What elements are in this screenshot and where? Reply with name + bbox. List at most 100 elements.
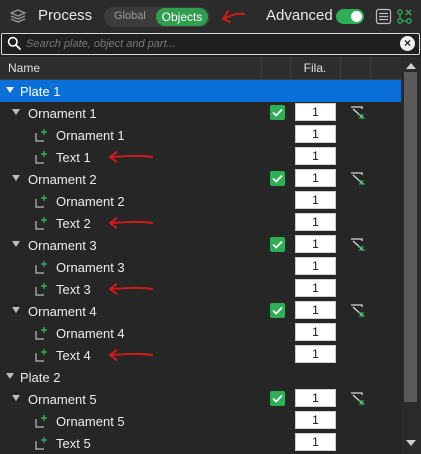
checkbox-checked-icon[interactable] bbox=[270, 237, 285, 252]
row-label: Ornament 1 bbox=[28, 106, 97, 121]
annotation-arrow-icon bbox=[108, 151, 154, 163]
part-icon bbox=[35, 437, 47, 450]
part-icon bbox=[35, 283, 47, 296]
part-row[interactable]: Text 4 1 bbox=[0, 344, 401, 366]
filament-select[interactable]: 1 bbox=[295, 147, 336, 165]
row-label: Text 1 bbox=[56, 150, 91, 165]
part-row[interactable]: Ornament 4 1 bbox=[0, 322, 401, 344]
filament-select[interactable]: 1 bbox=[295, 345, 336, 363]
object-list: Plate 1 Ornament 1 1 Ornament 1 1 Text 1 1 Orna… bbox=[0, 80, 401, 454]
advanced-label: Advanced bbox=[266, 7, 333, 24]
checkbox-checked-icon[interactable] bbox=[270, 105, 285, 120]
row-label: Ornament 5 bbox=[28, 392, 97, 407]
expand-caret-icon[interactable] bbox=[12, 175, 20, 181]
expand-caret-icon[interactable] bbox=[12, 241, 20, 247]
checkbox-checked-icon[interactable] bbox=[270, 391, 285, 406]
row-label: Ornament 3 bbox=[56, 260, 125, 275]
filament-select[interactable]: 1 bbox=[295, 301, 336, 319]
part-icon bbox=[35, 151, 47, 164]
plate-row[interactable]: Plate 2 bbox=[0, 366, 401, 388]
checkbox-checked-icon[interactable] bbox=[270, 303, 285, 318]
row-label: Text 4 bbox=[56, 348, 91, 363]
row-label: Ornament 1 bbox=[56, 128, 125, 143]
column-extra-2 bbox=[370, 57, 401, 79]
filament-select[interactable]: 1 bbox=[295, 169, 336, 187]
global-toggle-option[interactable]: Global bbox=[114, 10, 146, 22]
clear-search-icon[interactable]: × bbox=[400, 36, 415, 51]
part-row[interactable]: Text 5 1 bbox=[0, 432, 401, 454]
part-icon bbox=[35, 327, 47, 340]
object-row[interactable]: Ornament 5 1 bbox=[0, 388, 401, 410]
support-paint-icon[interactable] bbox=[350, 171, 366, 186]
filament-select[interactable]: 1 bbox=[295, 279, 336, 297]
part-icon bbox=[35, 349, 47, 362]
row-label: Plate 2 bbox=[20, 370, 61, 385]
vertical-scrollbar[interactable] bbox=[401, 57, 421, 454]
part-row[interactable]: Ornament 2 1 bbox=[0, 190, 401, 212]
part-row[interactable]: Text 3 1 bbox=[0, 278, 401, 300]
row-label: Ornament 2 bbox=[56, 194, 125, 209]
advanced-switch[interactable] bbox=[336, 9, 364, 24]
row-label: Ornament 3 bbox=[28, 238, 97, 253]
search-input[interactable] bbox=[26, 35, 386, 52]
support-paint-icon[interactable] bbox=[350, 303, 366, 318]
support-paint-icon[interactable] bbox=[350, 105, 366, 120]
search-bar: × bbox=[1, 33, 420, 55]
annotation-arrow-icon bbox=[108, 349, 154, 361]
filament-select[interactable]: 1 bbox=[295, 433, 336, 451]
expand-caret-icon[interactable] bbox=[6, 87, 14, 93]
part-icon bbox=[35, 195, 47, 208]
expand-caret-icon[interactable] bbox=[6, 373, 14, 379]
object-row[interactable]: Ornament 1 1 bbox=[0, 102, 401, 124]
list-view-icon[interactable] bbox=[375, 8, 392, 25]
filament-select[interactable]: 1 bbox=[295, 213, 336, 231]
scroll-down-icon[interactable] bbox=[406, 440, 416, 446]
column-checkbox bbox=[262, 57, 291, 79]
annotation-arrow-icon bbox=[108, 217, 154, 229]
column-filament[interactable]: Fila. bbox=[290, 57, 341, 79]
filament-select[interactable]: 1 bbox=[295, 323, 336, 341]
column-name[interactable]: Name bbox=[0, 57, 262, 79]
part-icon bbox=[35, 217, 47, 230]
object-row[interactable]: Ornament 2 1 bbox=[0, 168, 401, 190]
checkbox-checked-icon[interactable] bbox=[270, 171, 285, 186]
object-row[interactable]: Ornament 3 1 bbox=[0, 234, 401, 256]
process-header: Process Global Objects Advanced bbox=[0, 0, 421, 33]
global-objects-toggle: Global Objects bbox=[104, 7, 210, 27]
filament-select[interactable]: 1 bbox=[295, 389, 336, 407]
annotation-arrow-icon bbox=[108, 283, 154, 295]
part-row[interactable]: Text 2 1 bbox=[0, 212, 401, 234]
panel-title: Process bbox=[38, 7, 93, 24]
expand-caret-icon[interactable] bbox=[12, 395, 20, 401]
filament-select[interactable]: 1 bbox=[295, 125, 336, 143]
switch-knob bbox=[351, 11, 362, 22]
plate-row[interactable]: Plate 1 bbox=[0, 80, 401, 102]
part-row[interactable]: Ornament 5 1 bbox=[0, 410, 401, 432]
column-header: Name Fila. bbox=[0, 57, 401, 80]
part-row[interactable]: Ornament 1 1 bbox=[0, 124, 401, 146]
filament-select[interactable]: 1 bbox=[295, 257, 336, 275]
scroll-up-icon[interactable] bbox=[406, 63, 416, 69]
objects-toggle-option[interactable]: Objects bbox=[156, 8, 208, 26]
row-label: Ornament 5 bbox=[56, 414, 125, 429]
expand-caret-icon[interactable] bbox=[12, 109, 20, 115]
expand-caret-icon[interactable] bbox=[12, 307, 20, 313]
part-icon bbox=[35, 415, 47, 428]
row-label: Text 3 bbox=[56, 282, 91, 297]
filament-select[interactable]: 1 bbox=[295, 191, 336, 209]
scrollbar-thumb[interactable] bbox=[404, 72, 417, 402]
support-paint-icon[interactable] bbox=[350, 391, 366, 406]
row-label: Text 2 bbox=[56, 216, 91, 231]
search-icon bbox=[7, 36, 21, 50]
part-icon bbox=[35, 129, 47, 142]
filament-select[interactable]: 1 bbox=[295, 235, 336, 253]
part-row[interactable]: Ornament 3 1 bbox=[0, 256, 401, 278]
filament-select[interactable]: 1 bbox=[295, 411, 336, 429]
column-extra-1 bbox=[340, 57, 371, 79]
support-paint-icon[interactable] bbox=[350, 237, 366, 252]
object-row[interactable]: Ornament 4 1 bbox=[0, 300, 401, 322]
row-label: Ornament 4 bbox=[28, 304, 97, 319]
filament-select[interactable]: 1 bbox=[295, 103, 336, 121]
part-row[interactable]: Text 1 1 bbox=[0, 146, 401, 168]
object-tree-icon[interactable] bbox=[396, 8, 413, 25]
